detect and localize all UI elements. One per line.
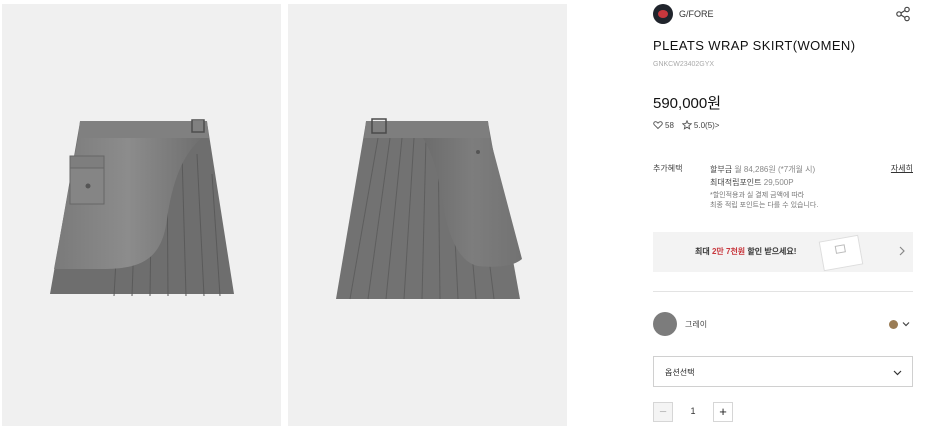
- color-name: 그레이: [685, 320, 708, 329]
- quantity-increase-button[interactable]: +: [713, 402, 733, 422]
- points-line: 최대적립포인트 29,500P: [710, 176, 818, 189]
- banner-text: 최대 2만 7천원 할인 받으세요!: [695, 246, 796, 257]
- option-label: 옵션선택: [665, 368, 695, 377]
- rating-value: 5.0: [693, 120, 706, 130]
- color-picker[interactable]: [883, 318, 913, 330]
- points-note-2: 최종 적립 포인트는 다를 수 있습니다.: [710, 202, 819, 209]
- chevron-down-icon: [902, 322, 910, 327]
- divider: [653, 291, 913, 292]
- product-info-panel: G/FORE PLEATS WRAP SKIRT(WOMEN) GNKCW234…: [653, 0, 915, 439]
- color-row: 그레이: [653, 312, 913, 336]
- points-value: 29,500P: [761, 178, 794, 187]
- benefit-label: 추가혜택: [653, 164, 683, 173]
- quantity-stepper: − 1 +: [653, 402, 733, 422]
- skirt-front-illustration: [50, 119, 234, 297]
- review-count-link[interactable]: (5)>: [705, 121, 719, 130]
- product-image-back[interactable]: [288, 4, 567, 426]
- banner-suffix: 할인 받으세요!: [745, 247, 797, 256]
- option-select[interactable]: 옵션선택: [653, 356, 913, 387]
- product-meta: 58 5.0 (5)>: [653, 120, 719, 130]
- product-title: PLEATS WRAP SKIRT(WOMEN): [653, 38, 856, 53]
- benefit-detail-link[interactable]: 자세히: [891, 163, 913, 174]
- heart-icon[interactable]: [653, 120, 663, 130]
- quantity-decrease-button[interactable]: −: [653, 402, 673, 422]
- chevron-down-icon: [893, 370, 902, 376]
- discount-banner[interactable]: 최대 2만 7천원 할인 받으세요!: [653, 232, 913, 272]
- installment-label: 할부금: [710, 165, 733, 174]
- brand-row: G/FORE: [653, 4, 915, 24]
- skirt-back-illustration: [336, 118, 522, 300]
- product-price: 590,000원: [653, 95, 722, 112]
- like-count: 58: [665, 120, 674, 130]
- card-image: [818, 234, 864, 272]
- color-dot: [889, 320, 898, 329]
- product-code: GNKCW23402GYX: [653, 61, 715, 68]
- brand-logo[interactable]: [653, 4, 673, 24]
- product-image-front[interactable]: [2, 4, 281, 426]
- points-label: 최대적립포인트: [710, 178, 762, 187]
- points-note-1: *할인적용과 실 결제 금액에 따라: [710, 192, 805, 199]
- quantity-value: 1: [690, 406, 696, 416]
- banner-highlight: 2만 7천원: [709, 247, 746, 256]
- share-icon[interactable]: [895, 6, 911, 22]
- banner-prefix: 최대: [695, 247, 710, 256]
- installment-line: 할부금 월 84,286원 (*7개월 시): [710, 163, 818, 176]
- chevron-right-icon: [899, 246, 905, 256]
- benefit-details: 할부금 월 84,286원 (*7개월 시) 최대적립포인트 29,500P *…: [710, 163, 818, 211]
- installment-value: 월 84,286원 (*7개월 시): [732, 165, 816, 174]
- brand-name[interactable]: G/FORE: [679, 9, 714, 19]
- star-icon: [681, 120, 692, 130]
- color-swatch[interactable]: [653, 312, 677, 336]
